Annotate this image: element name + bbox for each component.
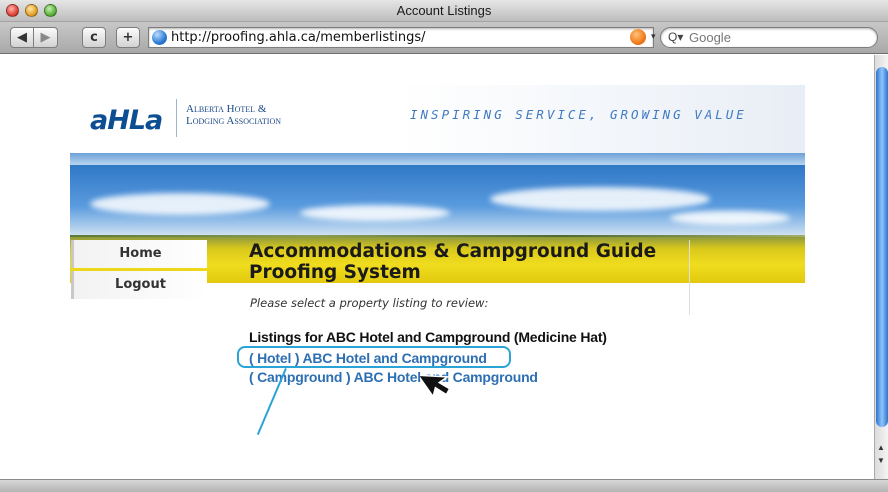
cloud [670, 211, 790, 225]
window-zoom-icon[interactable] [44, 4, 57, 17]
address-bar[interactable]: http://proofing.ahla.ca/memberlistings/ [148, 27, 654, 48]
org-name-line-2: Lodging Association [186, 115, 282, 127]
globe-icon [152, 30, 167, 45]
window-minimize-icon[interactable] [25, 4, 38, 17]
reload-button[interactable]: c [82, 27, 106, 48]
content-divider [689, 240, 690, 315]
listings-heading: Listings for ABC Hotel and Campground (M… [249, 329, 607, 345]
add-bookmark-button[interactable]: + [116, 27, 140, 48]
nav-home[interactable]: Home [71, 240, 207, 268]
search-icon[interactable]: Q▾ [668, 30, 683, 44]
cloud [90, 193, 270, 215]
scroll-down-icon[interactable]: ▼ [877, 456, 885, 465]
org-name-line-1: Alberta Hotel & [186, 103, 267, 115]
mouse-cursor-icon [420, 374, 451, 399]
status-bar [0, 479, 888, 492]
search-placeholder: Google [689, 30, 731, 45]
listing-link-campground[interactable]: ( Campground ) ABC Hotel and Campground [249, 369, 538, 385]
forward-button[interactable]: ▶ [34, 27, 58, 48]
address-url[interactable]: http://proofing.ahla.ca/memberlistings/ [171, 28, 426, 47]
search-field[interactable]: Q▾ Google [660, 27, 878, 48]
org-name: Alberta Hotel & Lodging Association [186, 103, 281, 127]
rss-icon[interactable] [630, 29, 646, 45]
scrollbar-thumb[interactable] [876, 67, 888, 427]
window-title: Account Listings [396, 3, 492, 18]
rss-dropdown-icon[interactable]: ▾ [651, 31, 656, 42]
scroll-up-icon[interactable]: ▲ [877, 443, 885, 452]
cloud [490, 187, 710, 211]
cloud [300, 205, 450, 221]
nav-logout[interactable]: Logout [71, 271, 207, 299]
ahla-logo: aHLa [90, 105, 163, 136]
site-tagline: INSPIRING SERVICE, GROWING VALUE [410, 107, 747, 122]
vertical-scrollbar[interactable]: ▲ ▼ [874, 55, 888, 479]
page-title: Accommodations & Campground Guide Proofi… [249, 241, 657, 283]
page-instructions: Please select a property listing to revi… [250, 296, 489, 310]
logo-divider [176, 99, 177, 137]
browser-toolbar: ◀ ▶ c + http://proofing.ahla.ca/memberli… [0, 22, 888, 54]
back-button[interactable]: ◀ [10, 27, 34, 48]
window-close-icon[interactable] [6, 4, 19, 17]
window-titlebar: Account Listings [0, 0, 888, 22]
header-divider [70, 153, 805, 165]
page-viewport: aHLa Alberta Hotel & Lodging Association… [0, 55, 874, 479]
annotation-highlight [237, 346, 511, 368]
